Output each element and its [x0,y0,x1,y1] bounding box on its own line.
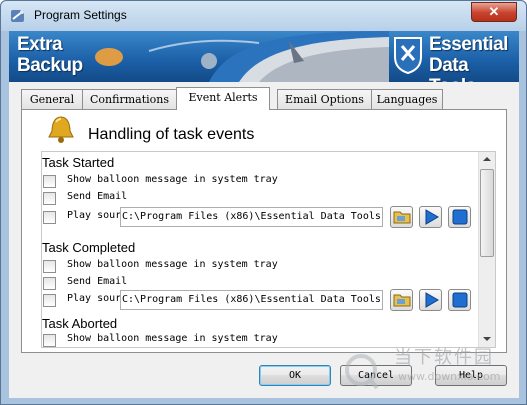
banner: Extra Backup Essential Data Tools [9,31,519,82]
bell-icon [48,116,74,143]
company-logo: Essential Data Tools [429,34,519,82]
task-started-play-button[interactable] [419,206,442,228]
task-started-balloon-row[interactable]: Show balloon message in system tray [42,174,472,190]
scroll-thumb[interactable] [480,169,494,257]
task-started-browse-button[interactable] [390,206,413,228]
task-started-sound-checkbox[interactable] [43,211,56,224]
task-started-balloon-checkbox[interactable] [43,175,56,188]
product-logo-line1: Extra [17,34,63,55]
task-started-email-row[interactable]: Send Email [42,191,472,207]
product-logo-line2: Backup [17,55,83,76]
task-completed-email-label: Send Email [67,276,128,287]
task-started-email-label: Send Email [67,191,128,202]
task-started-sound-row[interactable]: Play sour C:\Program Files (x86)\Essenti… [42,206,472,228]
task-completed-browse-button[interactable] [390,289,413,311]
close-button[interactable]: ✕ [471,2,517,22]
task-started-sound-label: Play sour [67,210,122,221]
task-completed-stop-button[interactable] [448,289,471,311]
play-icon [425,209,439,225]
banner-artwork [95,31,389,82]
window-title: Program Settings [34,8,127,22]
event-alerts-panel: Handling of task events Task Started Sho… [21,109,507,353]
section-title-task-completed: Task Completed [42,240,136,255]
task-completed-sound-row[interactable]: Play sour C:\Program Files (x86)\Essenti… [42,289,472,311]
event-options-list[interactable]: Task Started Show balloon message in sys… [41,151,496,348]
task-aborted-balloon-checkbox[interactable] [43,334,56,347]
task-completed-sound-checkbox[interactable] [43,294,56,307]
task-completed-play-button[interactable] [419,289,442,311]
folder-icon [393,294,411,307]
task-aborted-balloon-label: Show balloon message in system tray [67,333,278,344]
watermark-url: www.downxia.com [398,370,501,383]
product-logo: Extra Backup [17,34,83,76]
task-completed-sound-label: Play sour [67,293,122,304]
task-started-balloon-label: Show balloon message in system tray [67,174,278,185]
task-started-email-checkbox[interactable] [43,192,56,205]
task-started-sound-path-field[interactable]: C:\Program Files (x86)\Essential Data To… [120,207,383,227]
tab-email-options[interactable]: Email Options [277,89,372,109]
tab-event-alerts[interactable]: Event Alerts [176,87,270,110]
task-completed-email-checkbox[interactable] [43,277,56,290]
company-logo-line2: Data Tools [429,55,476,82]
vertical-scrollbar[interactable] [478,152,495,347]
task-completed-sound-path-field[interactable]: C:\Program Files (x86)\Essential Data To… [120,290,383,310]
tab-general[interactable]: General [21,89,83,109]
tab-confirmations[interactable]: Confirmations [82,89,177,109]
folder-icon [393,211,411,224]
company-logo-line1: Essential [429,34,508,55]
app-icon [11,10,24,22]
section-title-task-started: Task Started [42,155,115,170]
close-icon: ✕ [488,4,500,19]
task-started-stop-button[interactable] [448,206,471,228]
tab-languages[interactable]: Languages [371,89,443,109]
section-title-task-aborted: Task Aborted [42,316,118,331]
title-bar[interactable]: Program Settings ✕ [1,1,526,31]
stop-icon [452,209,468,225]
ok-button[interactable]: OK [259,365,331,386]
company-logo-icon [394,37,422,75]
play-icon [425,292,439,308]
task-completed-balloon-checkbox[interactable] [43,260,56,273]
watermark-text: 当下软件园 [394,347,494,368]
task-completed-balloon-label: Show balloon message in system tray [67,259,278,270]
stop-icon [452,292,468,308]
task-completed-balloon-row[interactable]: Show balloon message in system tray [42,259,472,275]
scroll-up-arrow-icon[interactable] [479,152,495,168]
panel-title: Handling of task events [88,126,255,143]
